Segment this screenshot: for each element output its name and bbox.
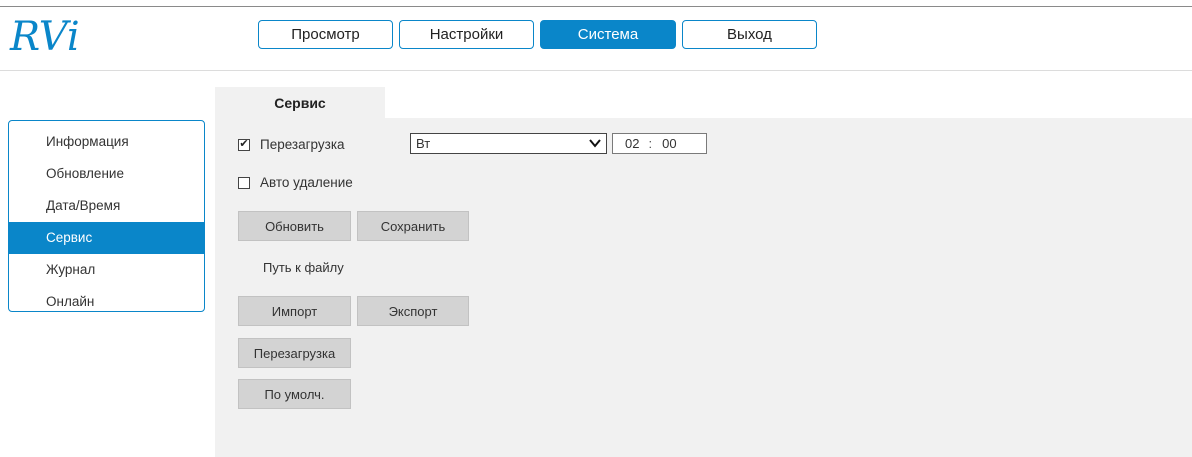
import-button[interactable]: Импорт [238,296,351,326]
header-divider [0,70,1192,71]
reboot-day-value: Вт [416,136,431,151]
auto-delete-label: Авто удаление [260,175,353,190]
sidebar-item-log[interactable]: Журнал [9,254,204,286]
reboot-now-button[interactable]: Перезагрузка [238,338,351,368]
tab-service[interactable]: Сервис [215,87,385,118]
save-button[interactable]: Сохранить [357,211,469,241]
file-path-label: Путь к файлу [263,260,344,275]
top-border [0,6,1192,7]
export-button[interactable]: Экспорт [357,296,469,326]
rvi-logo: RVi [8,14,118,58]
sidebar-item-service[interactable]: Сервис [9,222,204,254]
checkmark-icon: ✔ [239,138,249,150]
reboot-time-field: 02 : 00 [612,133,707,154]
auto-delete-checkbox[interactable] [238,176,250,189]
logo-text: RVi [9,14,80,58]
nav-exit-button[interactable]: Выход [682,20,817,49]
sidebar-item-online[interactable]: Онлайн [9,286,204,318]
top-navigation: Просмотр Настройки Система Выход [258,20,817,49]
time-separator: : [648,136,653,151]
reboot-minute-input[interactable]: 00 [662,136,676,151]
nav-system-button[interactable]: Система [540,20,676,49]
nav-settings-button[interactable]: Настройки [399,20,534,49]
reboot-label: Перезагрузка [260,137,345,152]
reboot-day-select[interactable]: Вт [410,133,607,154]
nav-view-button[interactable]: Просмотр [258,20,393,49]
chevron-down-icon [589,139,601,148]
sidebar-menu: Информация Обновление Дата/Время Сервис … [8,120,205,312]
restore-defaults-button[interactable]: По умолч. [238,379,351,409]
reboot-option: ✔ Перезагрузка [238,137,345,152]
rvi-logo-graphic: RVi [9,14,80,58]
sidebar-item-information[interactable]: Информация [9,126,204,158]
sidebar-item-datetime[interactable]: Дата/Время [9,190,204,222]
reboot-checkbox[interactable]: ✔ [238,138,250,151]
refresh-button[interactable]: Обновить [238,211,351,241]
sidebar-item-update[interactable]: Обновление [9,158,204,190]
reboot-hour-input[interactable]: 02 [625,136,639,151]
auto-delete-option: Авто удаление [238,175,353,190]
service-panel [215,118,1192,457]
